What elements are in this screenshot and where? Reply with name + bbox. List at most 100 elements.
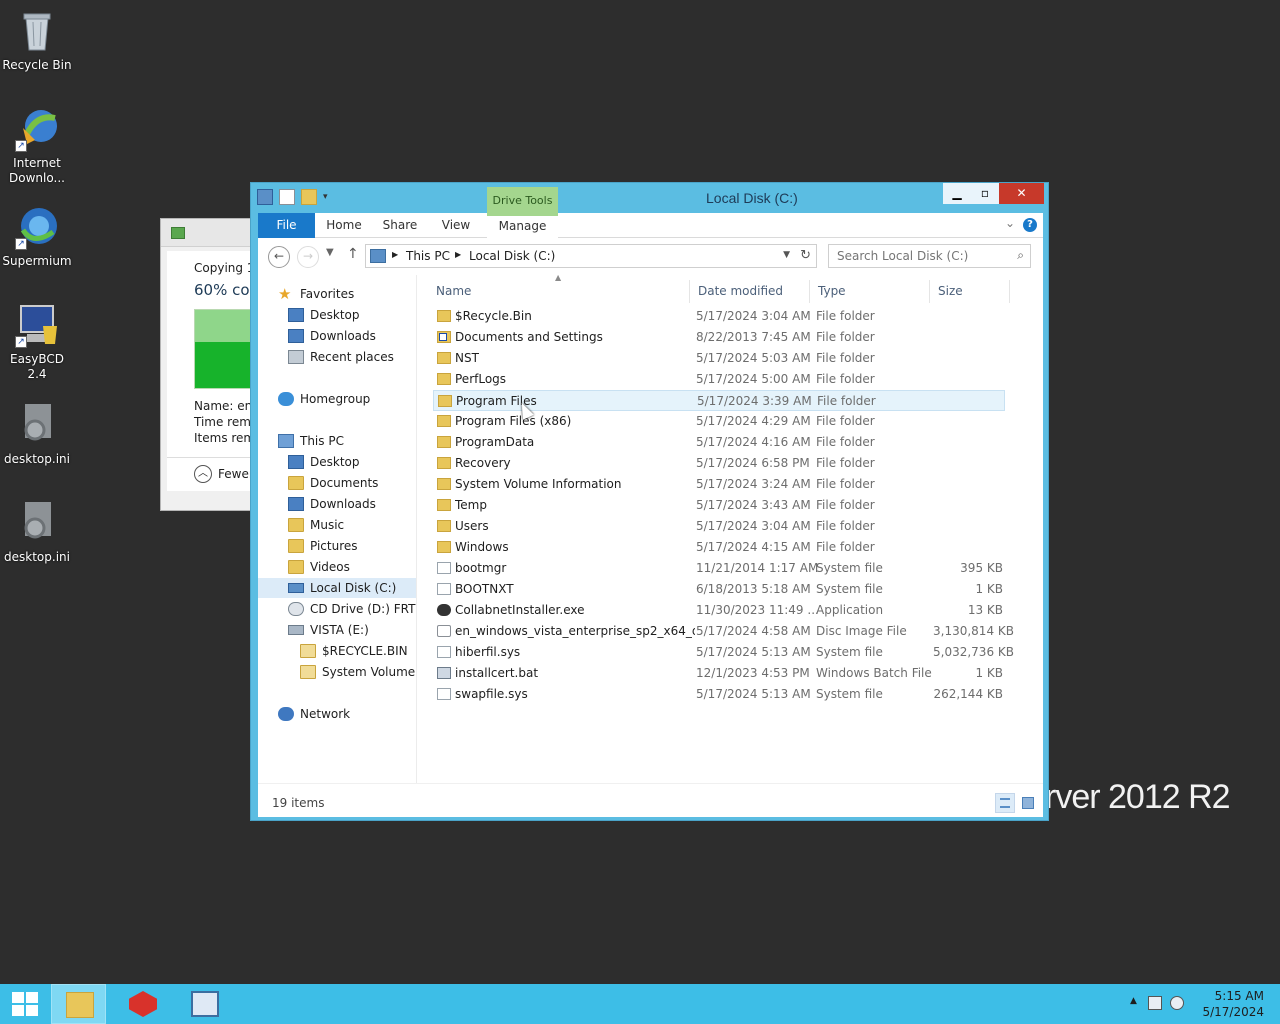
file-row[interactable]: bootmgr 11/21/2014 1:17 AM System file 395 …: [433, 558, 1005, 579]
navigation-pane[interactable]: ★ Favorites Desktop Downloads Recent plac…: [258, 275, 417, 783]
desktop-icon-desktop-ini[interactable]: desktop.ini: [0, 400, 74, 467]
file-row[interactable]: Documents and Settings 8/22/2013 7:45 AM F…: [433, 327, 1005, 348]
show-hidden-icons-icon[interactable]: ▲: [1130, 996, 1137, 1006]
folder-icon: [300, 644, 316, 658]
tab-home[interactable]: Home: [322, 213, 366, 238]
copy-progress-dialog[interactable]: Copying 1 60% cor Name: en_ Time rema It…: [160, 218, 262, 511]
nav-homegroup[interactable]: Homegroup: [278, 389, 370, 409]
tab-view[interactable]: View: [434, 213, 478, 238]
file-type: File folder: [816, 519, 875, 533]
new-folder-icon[interactable]: [301, 189, 317, 205]
nav-pc-pictures[interactable]: Pictures: [288, 536, 358, 556]
breadcrumb-this-pc[interactable]: This PC: [406, 249, 450, 263]
file-row[interactable]: Windows 5/17/2024 4:15 AM File folder: [433, 537, 1005, 558]
up-button[interactable]: ↑: [347, 246, 359, 262]
fewer-details-button[interactable]: ︿ Fewer: [194, 465, 254, 483]
address-history-dropdown-icon[interactable]: ▼: [783, 250, 790, 260]
file-row[interactable]: PerfLogs 5/17/2024 5:00 AM File folder: [433, 369, 1005, 390]
large-icons-view-icon: [1022, 797, 1034, 809]
address-bar[interactable]: ▶ This PC ▶ Local Disk (C:) ▼ ↻: [365, 244, 817, 268]
maximize-button[interactable]: ▫: [971, 183, 999, 204]
file-row[interactable]: installcert.bat 12/1/2023 4:53 PM Windows …: [433, 663, 1005, 684]
file-row[interactable]: NST 5/17/2024 5:03 AM File folder: [433, 348, 1005, 369]
easybcd-icon: ↗: [13, 300, 61, 348]
system-tray: ▲ 5:15 AM 5/17/2024: [1120, 984, 1280, 1024]
desktop-icon-supermium[interactable]: ↗ Supermium: [0, 202, 74, 269]
volume-muted-icon[interactable]: [1170, 996, 1184, 1010]
file-row[interactable]: BOOTNXT 6/18/2013 5:18 AM System file 1 KB: [433, 579, 1005, 600]
dialog-titlebar[interactable]: [161, 219, 259, 247]
nav-this-pc[interactable]: This PC: [278, 431, 344, 451]
large-icons-view-button[interactable]: [1018, 793, 1038, 813]
nav-pc-desktop[interactable]: Desktop: [288, 452, 360, 472]
file-row[interactable]: ProgramData 5/17/2024 4:16 AM File folder: [433, 432, 1005, 453]
file-row[interactable]: en_windows_vista_enterprise_sp2_x64_dv..…: [433, 621, 1014, 642]
column-header-date-modified[interactable]: Date modified: [690, 280, 810, 303]
forward-button[interactable]: →: [297, 246, 319, 268]
tab-file[interactable]: File: [258, 213, 315, 238]
properties-icon[interactable]: [279, 189, 295, 205]
breadcrumb-separator-icon[interactable]: ▶: [392, 250, 398, 259]
search-box[interactable]: ⌕: [828, 244, 1031, 268]
file-list[interactable]: ▲ Name Date modified Type Size $Recycle.…: [418, 273, 1043, 783]
file-row[interactable]: System Volume Information 5/17/2024 3:24 …: [433, 474, 1005, 495]
column-header-type[interactable]: Type: [810, 280, 930, 303]
nav-pc-documents[interactable]: Documents: [288, 473, 378, 493]
close-button[interactable]: ✕: [999, 183, 1044, 204]
start-button[interactable]: [0, 984, 48, 1024]
file-explorer-window[interactable]: ▾ Drive Tools Local Disk (C:) ▁ ▫ ✕ File…: [250, 182, 1049, 821]
desktop-icon-recycle-bin[interactable]: Recycle Bin: [0, 6, 74, 73]
refresh-icon[interactable]: ↻: [800, 248, 811, 263]
nav-vista-system-volume[interactable]: System Volume In: [300, 662, 416, 682]
details-view-button[interactable]: [995, 793, 1015, 813]
nav-pc-downloads[interactable]: Downloads: [288, 494, 376, 514]
desktop-icon-desktop-ini-2[interactable]: desktop.ini: [0, 498, 74, 565]
desktop-icon-internet-download-manager[interactable]: ↗ Internet Downlo...: [0, 104, 74, 186]
disc-icon: [437, 625, 451, 637]
back-button[interactable]: ←: [268, 246, 290, 268]
taskbar-clock[interactable]: 5:15 AM 5/17/2024: [1202, 988, 1264, 1020]
tab-share[interactable]: Share: [378, 213, 422, 238]
network-tray-icon[interactable]: [1148, 996, 1162, 1010]
search-input[interactable]: [829, 245, 1004, 267]
folder-icon: [437, 499, 451, 511]
tab-manage[interactable]: Manage: [487, 213, 558, 238]
file-date-modified: 12/1/2023 4:53 PM: [696, 666, 810, 680]
help-icon[interactable]: ?: [1023, 218, 1037, 232]
nav-fav-recent-places[interactable]: Recent places: [288, 347, 394, 367]
recent-locations-dropdown[interactable]: ▼: [326, 247, 334, 258]
file-row[interactable]: Temp 5/17/2024 3:43 AM File folder: [433, 495, 1005, 516]
nav-pc-local-disk-c[interactable]: Local Disk (C:): [258, 578, 416, 598]
taskbar-file-explorer[interactable]: [51, 984, 106, 1024]
file-row[interactable]: hiberfil.sys 5/17/2024 5:13 AM System file…: [433, 642, 1014, 663]
name-label: Name: en_: [194, 399, 259, 413]
breadcrumb-local-disk[interactable]: Local Disk (C:): [469, 249, 555, 263]
nav-pc-videos[interactable]: Videos: [288, 557, 350, 577]
taskbar-app-2[interactable]: [115, 984, 170, 1024]
breadcrumb-separator-icon[interactable]: ▶: [455, 250, 461, 259]
desktop-icon-easybcd[interactable]: ↗ EasyBCD 2.4: [0, 300, 74, 382]
customize-qat-icon[interactable]: ▾: [323, 189, 333, 205]
nav-fav-downloads[interactable]: Downloads: [288, 326, 376, 346]
nav-pc-music[interactable]: Music: [288, 515, 344, 535]
expand-ribbon-icon[interactable]: ⌄: [1005, 216, 1015, 230]
file-row[interactable]: $Recycle.Bin 5/17/2024 3:04 AM File folder: [433, 306, 1005, 327]
file-row[interactable]: Program Files (x86) 5/17/2024 4:29 AM File…: [433, 411, 1005, 432]
nav-vista-recycle-bin[interactable]: $RECYCLE.BIN: [300, 641, 408, 661]
file-row[interactable]: CollabnetInstaller.exe 11/30/2023 11:49 .…: [433, 600, 1005, 621]
nav-pc-vista-e[interactable]: VISTA (E:): [288, 620, 369, 640]
file-date-modified: 6/18/2013 5:18 AM: [696, 582, 811, 596]
window-titlebar[interactable]: ▾ Drive Tools Local Disk (C:) ▁ ▫ ✕: [251, 183, 1048, 213]
nav-fav-desktop[interactable]: Desktop: [288, 305, 360, 325]
column-header-size[interactable]: Size: [930, 280, 1010, 303]
file-date-modified: 5/17/2024 3:43 AM: [696, 498, 811, 512]
nav-favorites[interactable]: ★ Favorites: [278, 284, 354, 304]
minimize-button[interactable]: ▁: [943, 183, 971, 204]
file-row[interactable]: Users 5/17/2024 3:04 AM File folder: [433, 516, 1005, 537]
column-header-name[interactable]: Name: [428, 280, 690, 303]
taskbar-app-3[interactable]: [177, 984, 232, 1024]
nav-network[interactable]: Network: [278, 704, 350, 724]
nav-pc-cd-drive[interactable]: CD Drive (D:) FRTME: [288, 599, 416, 619]
file-row[interactable]: swapfile.sys 5/17/2024 5:13 AM System file…: [433, 684, 1005, 705]
file-row[interactable]: Recovery 5/17/2024 6:58 PM File folder: [433, 453, 1005, 474]
